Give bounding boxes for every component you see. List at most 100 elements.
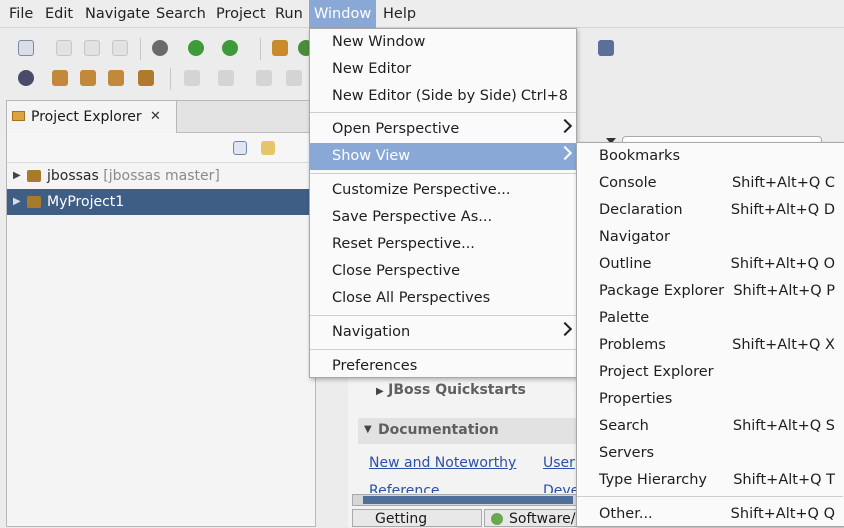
menu-divider: [310, 173, 576, 174]
horizontal-scrollbar[interactable]: [352, 494, 588, 506]
tree-row-jbossas[interactable]: ▶ jbossas [jbossas master]: [7, 163, 315, 189]
menu-edit[interactable]: Edit: [40, 0, 78, 28]
menu-item-accel: Shift+Alt+Q P: [733, 283, 835, 299]
menu-run[interactable]: Run: [270, 0, 308, 28]
menu-item-label: Preferences: [332, 358, 418, 374]
view-item-problems[interactable]: Problems Shift+Alt+Q X: [577, 332, 843, 359]
view-item-console[interactable]: Console Shift+Alt+Q C: [577, 170, 843, 197]
menu-item-reset-perspective[interactable]: Reset Perspective...: [310, 231, 576, 258]
open-type-icon[interactable]: [272, 40, 288, 56]
tab-project-explorer[interactable]: Project Explorer ✕: [7, 101, 177, 133]
run-external-icon[interactable]: [222, 40, 238, 56]
jar-icon[interactable]: [80, 70, 96, 86]
menu-item-label: Other...: [599, 506, 653, 522]
tab-getting-started[interactable]: Getting Started: [352, 509, 482, 527]
view-item-servers[interactable]: Servers: [577, 440, 843, 467]
expand-arrow-icon[interactable]: ▶: [13, 163, 21, 189]
window-menu: New Window New Editor New Editor (Side b…: [309, 28, 577, 378]
menu-item-new-window[interactable]: New Window: [310, 29, 576, 56]
view-item-search[interactable]: Search Shift+Alt+Q S: [577, 413, 843, 440]
view-tab-header: Project Explorer ✕: [7, 101, 315, 133]
menu-divider: [310, 315, 576, 316]
link-with-editor-icon[interactable]: [261, 141, 275, 155]
project-name: jbossas: [47, 168, 99, 184]
save-icon[interactable]: [56, 40, 72, 56]
view-item-properties[interactable]: Properties: [577, 386, 843, 413]
menu-item-label: Bookmarks: [599, 148, 681, 164]
menu-item-new-editor[interactable]: New Editor: [310, 56, 576, 83]
new-icon[interactable]: [18, 40, 34, 56]
menu-item-close-all-perspectives[interactable]: Close All Perspectives: [310, 285, 576, 312]
menu-window[interactable]: Window: [309, 0, 377, 28]
collapse-all-icon[interactable]: [233, 141, 247, 155]
developer-link[interactable]: Deve: [543, 483, 579, 493]
debug-config-icon[interactable]: [152, 40, 168, 56]
menu-item-show-view[interactable]: Show View: [310, 143, 576, 170]
view-item-bookmarks[interactable]: Bookmarks: [577, 143, 843, 170]
menu-item-save-perspective[interactable]: Save Perspective As...: [310, 204, 576, 231]
reference-link[interactable]: Reference: [369, 483, 440, 493]
menu-item-accel: Shift+Alt+Q S: [732, 418, 835, 434]
expand-arrow-icon[interactable]: ▶: [13, 189, 21, 215]
project-explorer-view: Project Explorer ✕ ▶ jbossas [jbossas ma…: [6, 100, 316, 527]
publish-icon[interactable]: [18, 70, 34, 86]
view-item-palette[interactable]: Palette: [577, 305, 843, 332]
new-and-noteworthy-link[interactable]: New and Noteworthy: [369, 455, 516, 471]
save-all-icon[interactable]: [84, 40, 100, 56]
project-icon: [27, 170, 41, 182]
view-item-other[interactable]: Other... Shift+Alt+Q Q: [577, 501, 843, 528]
menu-item-label: Console: [599, 175, 657, 191]
collapse-arrow-icon: ▼: [364, 424, 372, 435]
forward-icon[interactable]: [286, 70, 302, 86]
documentation-heading: Documentation: [378, 422, 499, 438]
view-item-type-hierarchy[interactable]: Type Hierarchy Shift+Alt+Q T: [577, 467, 843, 494]
menu-search[interactable]: Search: [151, 0, 211, 28]
submenu-arrow-icon: [557, 118, 573, 134]
tree-row-myproject1[interactable]: ▶ MyProject1: [7, 189, 315, 215]
run-icon[interactable]: [188, 40, 204, 56]
menu-navigate[interactable]: Navigate: [80, 0, 155, 28]
menu-item-label: Type Hierarchy: [599, 472, 707, 488]
menu-item-label: New Editor (Side by Side): [332, 88, 517, 104]
git-decoration: [jbossas master]: [103, 168, 220, 184]
tab-software[interactable]: Software/: [484, 509, 588, 527]
menu-project[interactable]: Project: [211, 0, 271, 28]
view-toolbar: [7, 133, 315, 163]
view-item-package-explorer[interactable]: Package Explorer Shift+Alt+Q P: [577, 278, 843, 305]
menu-item-close-perspective[interactable]: Close Perspective: [310, 258, 576, 285]
user-guide-link[interactable]: User: [543, 455, 575, 471]
open-folder-icon[interactable]: [52, 70, 68, 86]
menu-item-customize-perspective[interactable]: Customize Perspective...: [310, 177, 576, 204]
menu-file[interactable]: File: [4, 0, 38, 28]
menu-item-accel: Shift+Alt+Q Q: [730, 506, 835, 522]
menu-item-label: Save Perspective As...: [332, 209, 493, 225]
menu-item-preferences[interactable]: Preferences: [310, 353, 576, 380]
menu-item-label: Declaration: [599, 202, 683, 218]
view-item-project-explorer[interactable]: Project Explorer: [577, 359, 843, 386]
close-icon[interactable]: ✕: [150, 101, 161, 133]
tab-label: Software/: [509, 511, 576, 527]
scrollbar-thumb[interactable]: [363, 496, 573, 504]
menu-item-label: Open Perspective: [332, 121, 460, 137]
quickstarts-section[interactable]: ▶ JBoss Quickstarts: [376, 382, 526, 398]
view-item-navigator[interactable]: Navigator: [577, 224, 843, 251]
perspective-icon[interactable]: [598, 40, 614, 56]
view-item-declaration[interactable]: Declaration Shift+Alt+Q D: [577, 197, 843, 224]
menu-item-open-perspective[interactable]: Open Perspective: [310, 116, 576, 143]
menu-item-new-editor-side[interactable]: New Editor (Side by Side) Ctrl+8: [310, 83, 576, 110]
view-item-outline[interactable]: Outline Shift+Alt+Q O: [577, 251, 843, 278]
print-icon[interactable]: [112, 40, 128, 56]
submenu-arrow-icon: [557, 321, 573, 337]
next-annotation-icon[interactable]: [184, 70, 200, 86]
archive-icon[interactable]: [108, 70, 124, 86]
prev-annotation-icon[interactable]: [218, 70, 234, 86]
project-tree: ▶ jbossas [jbossas master] ▶ MyProject1: [7, 163, 315, 523]
menu-item-accel: Shift+Alt+Q T: [733, 472, 835, 488]
back-icon[interactable]: [256, 70, 272, 86]
menu-item-label: New Editor: [332, 61, 412, 77]
documentation-section[interactable]: ▼ Documentation: [358, 418, 588, 444]
menu-help[interactable]: Help: [378, 0, 421, 28]
tools-icon[interactable]: [138, 70, 154, 86]
toolbar-separator: [260, 38, 261, 60]
menu-item-navigation[interactable]: Navigation: [310, 319, 576, 346]
